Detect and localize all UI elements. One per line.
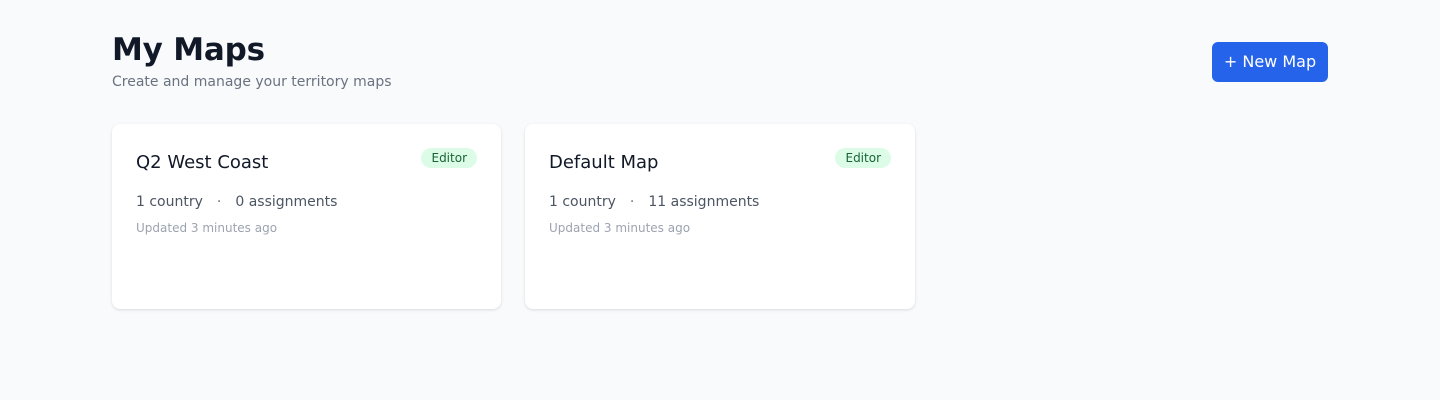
new-map-button[interactable]: + New Map <box>1212 42 1328 82</box>
map-card-default-map[interactable]: Default Map Editor 1 country · 11 assignme… <box>525 124 915 309</box>
country-count: 1 country <box>136 194 203 210</box>
updated-timestamp: Updated 3 minutes ago <box>136 221 278 235</box>
page: My Maps Create and manage your territory… <box>0 0 1440 400</box>
page-subtitle: Create and manage your territory maps <box>112 74 392 90</box>
role-badge: Editor <box>835 148 891 168</box>
role-badge: Editor <box>421 148 477 168</box>
map-card-q2-west-coast[interactable]: Q2 West Coast Editor 1 country · 0 assignm… <box>112 124 501 309</box>
updated-timestamp: Updated 3 minutes ago <box>549 221 691 235</box>
map-card-title[interactable]: Default Map <box>549 152 658 174</box>
map-card-meta: 1 country · 0 assignments <box>136 193 337 211</box>
map-card-meta: 1 country · 11 assignments <box>549 193 759 211</box>
page-title: My Maps <box>112 32 265 68</box>
assignment-count: 0 assignments <box>235 194 338 210</box>
map-card-list: Q2 West Coast Editor 1 country · 0 assignm… <box>112 124 915 309</box>
assignment-count: 11 assignments <box>648 194 760 210</box>
meta-separator: · <box>629 194 635 210</box>
page-header: My Maps Create and manage your territory… <box>112 32 1328 92</box>
meta-separator: · <box>216 194 222 210</box>
country-count: 1 country <box>549 194 616 210</box>
map-card-title[interactable]: Q2 West Coast <box>136 152 268 174</box>
